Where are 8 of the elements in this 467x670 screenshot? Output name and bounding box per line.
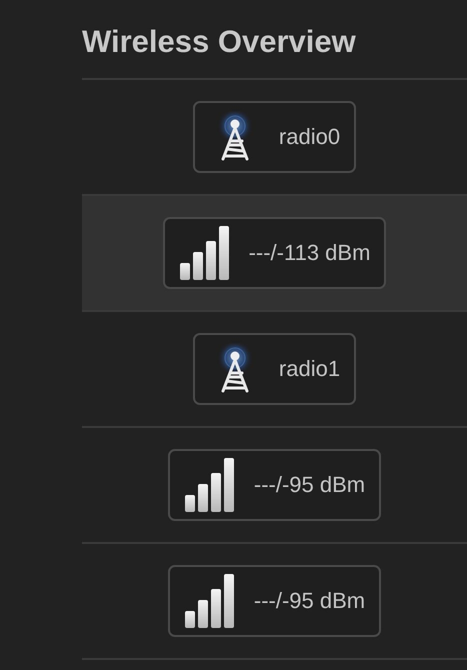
badge-label: radio0 xyxy=(278,124,340,150)
badge-label: ---/-113 dBm xyxy=(248,240,370,266)
badge-label: ---/-95 dBm xyxy=(254,588,366,614)
signal-bars-icon xyxy=(184,573,236,629)
badge-label: radio1 xyxy=(278,356,340,382)
signal-bars-icon xyxy=(178,225,231,281)
badge-label: ---/-95 dBm xyxy=(254,472,366,498)
signal-bars-icon xyxy=(184,457,236,513)
